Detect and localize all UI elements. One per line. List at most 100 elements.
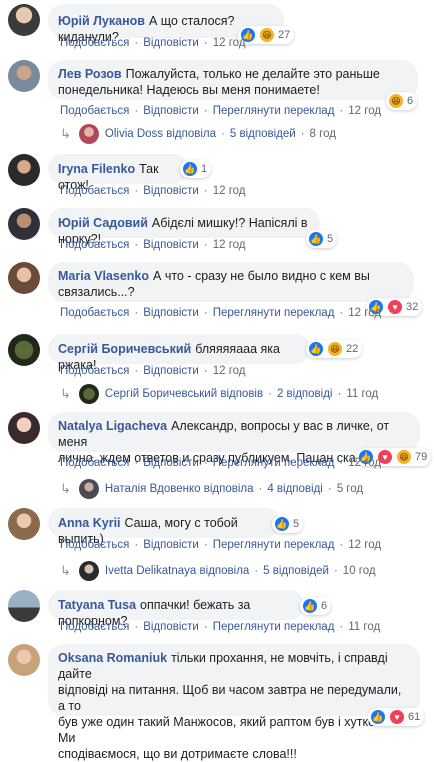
reactions-badge[interactable]: 👍 5 <box>272 515 304 533</box>
reactions-badge[interactable]: 😆 6 <box>386 92 418 110</box>
reply-link[interactable]: Відповісти <box>143 105 199 117</box>
comment-actions: Подобається · Відповісти · Переглянути перек… <box>60 457 382 469</box>
reply-author[interactable]: Сергій Боричевський <box>105 388 217 400</box>
commenter-name[interactable]: Oksana Romaniuk <box>58 651 167 665</box>
timestamp[interactable]: 12 год <box>348 539 381 551</box>
see-translation-link[interactable]: Переглянути переклад <box>213 457 335 469</box>
reply-count[interactable]: 4 відповіді <box>267 483 323 495</box>
commenter-name[interactable]: Natalya Ligacheva <box>58 419 167 433</box>
reply-author[interactable]: Ivetta Delikatnaya <box>105 565 196 577</box>
reply-link[interactable]: Відповісти <box>143 365 199 377</box>
comment-actions: Подобається · Відповісти · Переглянути перек… <box>60 539 382 551</box>
see-translation-link[interactable]: Переглянути переклад <box>213 539 335 551</box>
like-icon: 👍 <box>302 598 318 614</box>
haha-icon: 😆 <box>327 341 343 357</box>
comment-bubble: Сергій Боричевський бляяяяааа яка ржака! <box>48 334 310 372</box>
like-link[interactable]: Подобається <box>60 365 129 377</box>
reply-link[interactable]: Відповісти <box>143 185 199 197</box>
comment-text: понедельника! Надеюсь вы меня понимаете! <box>58 83 320 97</box>
timestamp[interactable]: 12 год <box>213 365 246 377</box>
reaction-count: 27 <box>278 29 291 41</box>
see-translation-link[interactable]: Переглянути переклад <box>213 621 335 633</box>
like-link[interactable]: Подобається <box>60 621 129 633</box>
timestamp[interactable]: 12 год <box>348 105 381 117</box>
reactions-badge[interactable]: 👍 5 <box>306 230 338 248</box>
avatar[interactable] <box>8 590 40 622</box>
reply-link[interactable]: Відповісти <box>143 239 199 251</box>
timestamp[interactable]: 12 год <box>213 37 246 49</box>
avatar[interactable] <box>8 644 40 676</box>
replies-link[interactable]: ↳ Olivia Doss відповіла · 5 відповідей · 8 г… <box>60 124 336 144</box>
reactions-badge[interactable]: 👍 ♥ 61 <box>368 708 425 726</box>
reply-count[interactable]: 5 відповідей <box>263 565 329 577</box>
reply-count[interactable]: 5 відповідей <box>230 128 296 140</box>
timestamp[interactable]: 11 год <box>348 621 380 633</box>
comment-text: связались...? <box>58 285 135 299</box>
avatar[interactable] <box>8 508 40 540</box>
reactions-badge[interactable]: 👍 😆 27 <box>238 26 295 44</box>
reply-verb[interactable]: відповів <box>220 388 263 400</box>
see-translation-link[interactable]: Переглянути переклад <box>213 105 335 117</box>
reaction-count: 1 <box>201 163 208 175</box>
avatar[interactable] <box>8 262 40 294</box>
reply-author[interactable]: Наталія Вдовенко <box>105 483 201 495</box>
avatar <box>78 124 99 144</box>
avatar[interactable] <box>8 4 40 36</box>
avatar[interactable] <box>8 334 40 366</box>
reaction-count: 32 <box>406 301 419 313</box>
commenter-name[interactable]: Юрій Садовий <box>58 216 148 230</box>
like-link[interactable]: Подобається <box>60 37 129 49</box>
like-link[interactable]: Подобається <box>60 539 129 551</box>
reactions-badge[interactable]: 👍 😆 22 <box>306 340 363 358</box>
like-link[interactable]: Подобається <box>60 185 129 197</box>
reply-link[interactable]: Відповісти <box>143 621 199 633</box>
like-link[interactable]: Подобається <box>60 307 129 319</box>
comment-bubble: Maria Vlasenko А что - сразу не было видн… <box>48 262 414 302</box>
timestamp[interactable]: 12 год <box>213 185 246 197</box>
avatar <box>78 479 99 499</box>
reply-verb[interactable]: відповіла <box>166 128 216 140</box>
commenter-name[interactable]: Юрій Луканов <box>58 14 145 28</box>
timestamp[interactable]: 12 год <box>348 457 381 469</box>
timestamp: 10 год <box>342 565 376 577</box>
timestamp: 5 год <box>336 483 364 495</box>
timestamp[interactable]: 12 год <box>213 239 246 251</box>
reply-count[interactable]: 2 відповіді <box>277 388 333 400</box>
replies-link[interactable]: ↳ Ivetta Delikatnaya відповіла · 5 відпові… <box>60 561 376 581</box>
reaction-count: 5 <box>293 518 300 530</box>
reply-link[interactable]: Відповісти <box>143 37 199 49</box>
avatar[interactable] <box>8 412 40 444</box>
reply-verb[interactable]: відповіла <box>204 483 254 495</box>
avatar[interactable] <box>8 208 40 240</box>
reaction-count: 6 <box>321 600 328 612</box>
comment-bubble: Юрій Садовий Абідєлі мишку!? Напісялі в н… <box>48 208 320 246</box>
reply-verb[interactable]: відповіла <box>200 565 250 577</box>
commenter-name[interactable]: Anna Kyrii <box>58 516 121 530</box>
love-icon: ♥ <box>387 299 403 315</box>
reply-link[interactable]: Відповісти <box>143 457 199 469</box>
timestamp[interactable]: 12 год <box>348 307 381 319</box>
replies-link[interactable]: ↳ Сергій Боричевський відповів · 2 відпові… <box>60 384 378 404</box>
avatar[interactable] <box>8 60 40 92</box>
replies-link[interactable]: ↳ Наталія Вдовенко відповіла · 4 відповіді… <box>60 479 363 499</box>
reply-author[interactable]: Olivia Doss <box>105 128 163 140</box>
commenter-name[interactable]: Maria Vlasenko <box>58 269 149 283</box>
see-translation-link[interactable]: Переглянути переклад <box>213 307 335 319</box>
comment-bubble: Лев Розов Пожалуйста, только не делайте э… <box>48 60 418 100</box>
commenter-name[interactable]: Сергій Боричевський <box>58 342 191 356</box>
reply-link[interactable]: Відповісти <box>143 307 199 319</box>
like-link[interactable]: Подобається <box>60 239 129 251</box>
commenter-name[interactable]: Tatyana Tusa <box>58 598 136 612</box>
reply-link[interactable]: Відповісти <box>143 539 199 551</box>
comment-actions: Подобається · Відповісти · 12 год <box>60 185 246 197</box>
reply-arrow-icon: ↳ <box>60 126 71 141</box>
commenter-name[interactable]: Iryna Filenko <box>58 162 135 176</box>
commenter-name[interactable]: Лев Розов <box>58 67 122 81</box>
like-link[interactable]: Подобається <box>60 457 129 469</box>
reactions-badge[interactable]: 👍 6 <box>300 597 332 615</box>
avatar[interactable] <box>8 154 40 186</box>
reactions-badge[interactable]: 👍 1 <box>180 160 212 178</box>
reply-arrow-icon: ↳ <box>60 481 71 496</box>
comment-text: Пожалуйста, только не делайте это раньше <box>125 67 380 81</box>
like-link[interactable]: Подобається <box>60 105 129 117</box>
